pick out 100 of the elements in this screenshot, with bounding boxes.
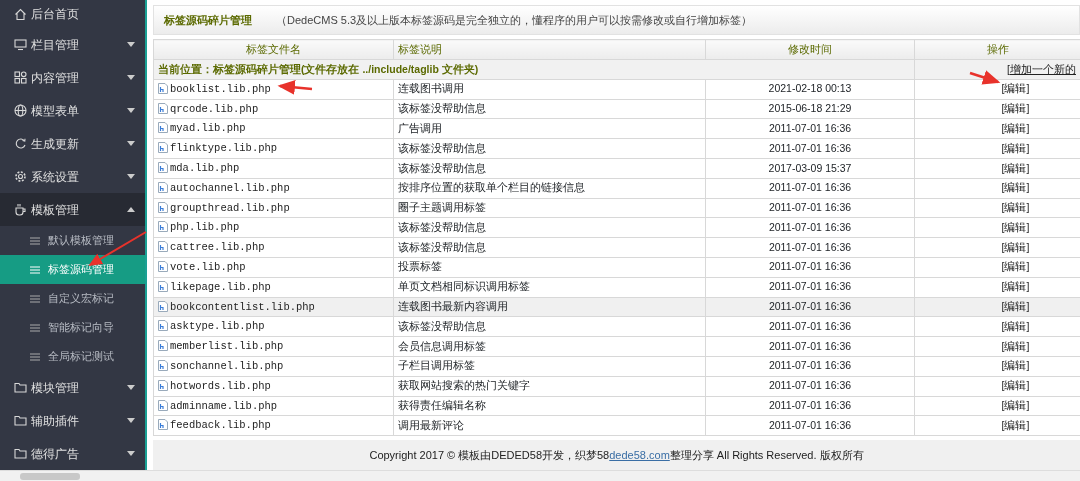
table-row[interactable]: booklist.lib.php 连载图书调用 2021-02-18 00:13 [编辑]: [153, 79, 1080, 100]
table-cell: 该标签没帮助信息: [393, 138, 706, 159]
edit-link[interactable]: [编辑]: [1001, 121, 1030, 134]
horizontal-scrollbar[interactable]: [0, 470, 1080, 481]
sidebar-label: 模块管理: [31, 379, 79, 397]
sidebar-item[interactable]: 模板管理: [0, 193, 145, 226]
table-row[interactable]: qrcode.lib.php 该标签没帮助信息 2015-06-18 21:29 [编辑]: [153, 99, 1080, 119]
table-row[interactable]: adminname.lib.php 获得责任编辑名称 2011-07-01 16:36 [编辑]: [153, 396, 1080, 416]
column-header: 标签文件名: [153, 39, 394, 60]
table-cell: 会员信息调用标签: [393, 336, 706, 357]
column-header: 操作: [914, 39, 1080, 60]
edit-link[interactable]: [编辑]: [1001, 102, 1030, 115]
sidebar-item[interactable]: 德得广告: [0, 437, 145, 470]
table-row[interactable]: feedback.lib.php 调用最新评论 2011-07-01 16:36 [编辑]: [153, 415, 1080, 436]
table-cell: 该标签没帮助信息: [393, 99, 706, 119]
table-row[interactable]: groupthread.lib.php 圈子主题调用标签 2011-07-01 16:36 [编辑]: [153, 198, 1080, 218]
table-cell: 该标签没帮助信息: [393, 217, 706, 238]
table-cell: 2015-06-18 21:29: [705, 99, 915, 119]
folder-icon: [14, 381, 27, 394]
sidebar-label: 栏目管理: [31, 36, 79, 54]
table-row[interactable]: php.lib.php 该标签没帮助信息 2011-07-01 16:36 [编辑]: [153, 217, 1080, 238]
submenu-item[interactable]: 自定义宏标记: [0, 284, 145, 313]
sidebar-item[interactable]: 辅助插件: [0, 404, 145, 437]
caret-down-icon: [127, 451, 135, 456]
sidebar-label: 德得广告: [31, 445, 79, 463]
edit-link[interactable]: [编辑]: [1001, 181, 1030, 194]
file-icon: [158, 82, 168, 94]
edit-link[interactable]: [编辑]: [1001, 220, 1030, 233]
file-icon: [158, 142, 168, 154]
submenu-item[interactable]: 默认模板管理: [0, 226, 145, 255]
edit-link[interactable]: [编辑]: [1001, 379, 1030, 392]
table-row[interactable]: cattree.lib.php 该标签没帮助信息 2011-07-01 16:36 [编辑]: [153, 237, 1080, 258]
edit-link[interactable]: [编辑]: [1001, 319, 1030, 332]
sidebar-item[interactable]: 模块管理: [0, 371, 145, 404]
table-cell: 按排序位置的获取单个栏目的链接信息: [393, 178, 706, 199]
table-row[interactable]: flinktype.lib.php 该标签没帮助信息 2011-07-01 16:36 [编辑]: [153, 138, 1080, 159]
edit-link[interactable]: [编辑]: [1001, 141, 1030, 154]
submenu-item[interactable]: 全局标记测试: [0, 342, 145, 371]
sidebar-label: 系统设置: [31, 168, 79, 186]
table-row[interactable]: sonchannel.lib.php 子栏目调用标签 2011-07-01 16:36 [编辑]: [153, 356, 1080, 377]
table-row[interactable]: mda.lib.php 该标签没帮助信息 2017-03-09 15:37 [编辑]: [153, 158, 1080, 179]
menu-icon: [30, 294, 40, 303]
edit-link[interactable]: [编辑]: [1001, 300, 1030, 313]
edit-link[interactable]: [编辑]: [1001, 359, 1030, 372]
sidebar-item[interactable]: 内容管理: [0, 61, 145, 94]
table-cell: 获得责任编辑名称: [393, 396, 706, 416]
edit-link[interactable]: [编辑]: [1001, 82, 1030, 95]
globe-icon: [14, 104, 27, 117]
sidebar-item[interactable]: 系统设置: [0, 160, 145, 193]
footer-link[interactable]: dede58.com: [609, 448, 670, 461]
cup-icon: [14, 203, 27, 216]
table-cell: 2011-07-01 16:36: [705, 336, 915, 357]
caret-down-icon: [127, 108, 135, 113]
file-icon: [158, 419, 168, 431]
edit-link[interactable]: [编辑]: [1001, 280, 1030, 293]
caret-down-icon: [127, 141, 135, 146]
edit-link[interactable]: [编辑]: [1001, 240, 1030, 253]
caret-down-icon: [127, 75, 135, 80]
file-icon: [158, 340, 168, 352]
sidebar-label: 模板管理: [31, 201, 79, 219]
file-name[interactable]: vote.lib.php: [170, 261, 246, 273]
column-header: 修改时间: [705, 39, 915, 60]
sidebar-item[interactable]: 模型表单: [0, 94, 145, 127]
edit-link[interactable]: [编辑]: [1001, 339, 1030, 352]
monitor-icon: [14, 38, 27, 51]
edit-link[interactable]: [编辑]: [1001, 201, 1030, 214]
file-name[interactable]: myad.lib.php: [170, 122, 246, 135]
edit-link[interactable]: [编辑]: [1001, 260, 1030, 273]
sidebar-label: 辅助插件: [31, 412, 79, 430]
table-row[interactable]: autochannel.lib.php 按排序位置的获取单个栏目的链接信息 2011-07-01 16:36 [编辑]: [153, 178, 1080, 199]
annotation-arrow: [277, 79, 313, 95]
file-name[interactable]: php.lib.php: [170, 221, 240, 234]
location-text: 当前位置：标签源码碎片管理(文件存放在 ../include/taglib 文件夹): [153, 59, 915, 80]
table-row[interactable]: likepage.lib.php 单页文档相同标识调用标签 2011-07-01 16:36 [编辑]: [153, 277, 1080, 298]
table-row[interactable]: bookcontentlist.lib.php 连载图书最新内容调用 2011-07-01 16:36 [编辑]: [153, 297, 1080, 317]
table-cell: 子栏目调用标签: [393, 356, 706, 377]
table-row[interactable]: myad.lib.php 广告调用 2011-07-01 16:36 [编辑]: [153, 118, 1080, 139]
table-cell: 该标签没帮助信息: [393, 158, 706, 179]
menu-icon: [30, 236, 40, 245]
table-cell: 2011-07-01 16:36: [705, 237, 915, 258]
sidebar-item[interactable]: 栏目管理: [0, 28, 145, 61]
table-row[interactable]: hotwords.lib.php 获取网站搜索的热门关键字 2011-07-01 16:36 [编辑]: [153, 376, 1080, 397]
sidebar-item[interactable]: 后台首页: [0, 0, 145, 28]
edit-link[interactable]: [编辑]: [1001, 418, 1030, 431]
table-row[interactable]: asktype.lib.php 该标签没帮助信息 2011-07-01 16:36 [编辑]: [153, 316, 1080, 337]
file-icon: [158, 221, 168, 233]
column-header: 标签说明: [393, 39, 706, 60]
submenu-item[interactable]: 智能标记向导: [0, 313, 145, 342]
table-row[interactable]: memberlist.lib.php 会员信息调用标签 2011-07-01 16:36 [编辑]: [153, 336, 1080, 357]
file-icon: [158, 359, 168, 371]
table-cell: 单页文档相同标识调用标签: [393, 277, 706, 298]
table-row[interactable]: vote.lib.php 投票标签 2011-07-01 16:36 [编辑]: [153, 257, 1080, 278]
table-cell: 2011-07-01 16:36: [705, 138, 915, 159]
menu-icon: [30, 323, 40, 332]
table-cell: 该标签没帮助信息: [393, 316, 706, 337]
edit-link[interactable]: [编辑]: [1001, 161, 1030, 174]
edit-link[interactable]: [编辑]: [1001, 399, 1030, 412]
sidebar-item[interactable]: 生成更新: [0, 127, 145, 160]
sidebar-label: 模型表单: [31, 102, 79, 120]
file-name[interactable]: mda.lib.php: [170, 162, 240, 174]
